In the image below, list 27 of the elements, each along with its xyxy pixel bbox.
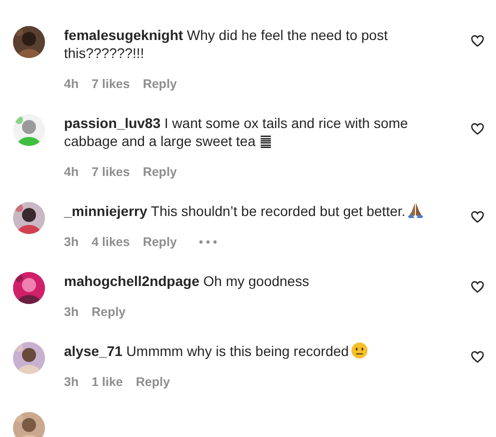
like-heart-icon[interactable] [471, 351, 484, 363]
comment-text: passion_luv83 I want some ox tails and rice with some cabbage and a large sweet tea ䷀ [64, 114, 409, 150]
timestamp: 3h [64, 305, 79, 319]
comment-text: alyse_71 Ummmm why is this being recorded [64, 342, 471, 360]
like-heart-icon[interactable] [471, 211, 484, 223]
praying-hands-icon [407, 202, 424, 219]
reply-button[interactable]: Reply [142, 77, 177, 91]
more-options-icon[interactable] [198, 240, 217, 244]
timestamp: 4h [64, 77, 79, 91]
like-heart-icon[interactable] [471, 123, 484, 135]
timestamp: 4h [64, 165, 79, 179]
reply-button[interactable]: Reply [92, 305, 126, 319]
likes-link[interactable]: 7 likes [92, 165, 130, 179]
comment-text: mahogchell2ndpage Oh my goodness [64, 272, 310, 290]
neutral-face-icon [350, 342, 368, 359]
reply-button[interactable]: Reply [136, 375, 170, 389]
comment-text: _minniejerry This shouldn’t be recorded but get better. [64, 202, 471, 220]
timestamp: 3h [64, 235, 79, 249]
reply-button[interactable]: Reply [142, 165, 177, 179]
likes-link[interactable]: 4 likes [92, 235, 130, 249]
reply-button[interactable]: Reply [142, 235, 177, 249]
timestamp: 3h [64, 375, 79, 389]
likes-link[interactable]: 7 likes [92, 77, 130, 91]
like-heart-icon[interactable] [471, 281, 484, 293]
likes-link[interactable]: 1 like [92, 375, 123, 389]
comment-text: femalesugeknight Why did he feel the need to post this??????!!! [64, 26, 389, 62]
like-heart-icon[interactable] [471, 35, 484, 47]
